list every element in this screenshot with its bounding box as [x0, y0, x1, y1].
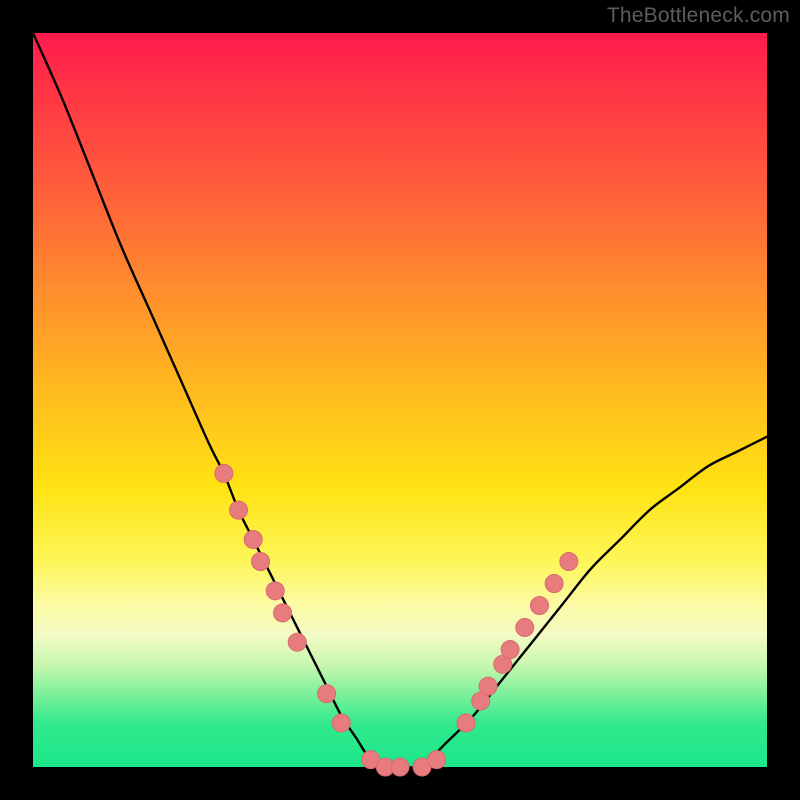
marker-dot [391, 758, 409, 776]
marker-dot [274, 604, 292, 622]
marker-dot [266, 582, 284, 600]
marker-dot [230, 501, 248, 519]
marker-dot [501, 641, 519, 659]
plot-area [33, 33, 767, 767]
marker-dot [545, 575, 563, 593]
marker-dot [457, 714, 475, 732]
marker-dot [252, 552, 270, 570]
marker-dot [428, 751, 446, 769]
marker-dot [215, 464, 233, 482]
marker-dot [332, 714, 350, 732]
marker-dot [479, 677, 497, 695]
bottleneck-curve [33, 33, 767, 768]
marker-dot [288, 633, 306, 651]
marker-dot [318, 685, 336, 703]
marker-dot [516, 619, 534, 637]
marker-dot [560, 552, 578, 570]
watermark-text: TheBottleneck.com [607, 4, 790, 28]
curve-svg [33, 33, 767, 767]
chart-stage: TheBottleneck.com [0, 0, 800, 800]
marker-dot [530, 597, 548, 615]
marker-dot [244, 530, 262, 548]
marker-group [215, 464, 578, 776]
